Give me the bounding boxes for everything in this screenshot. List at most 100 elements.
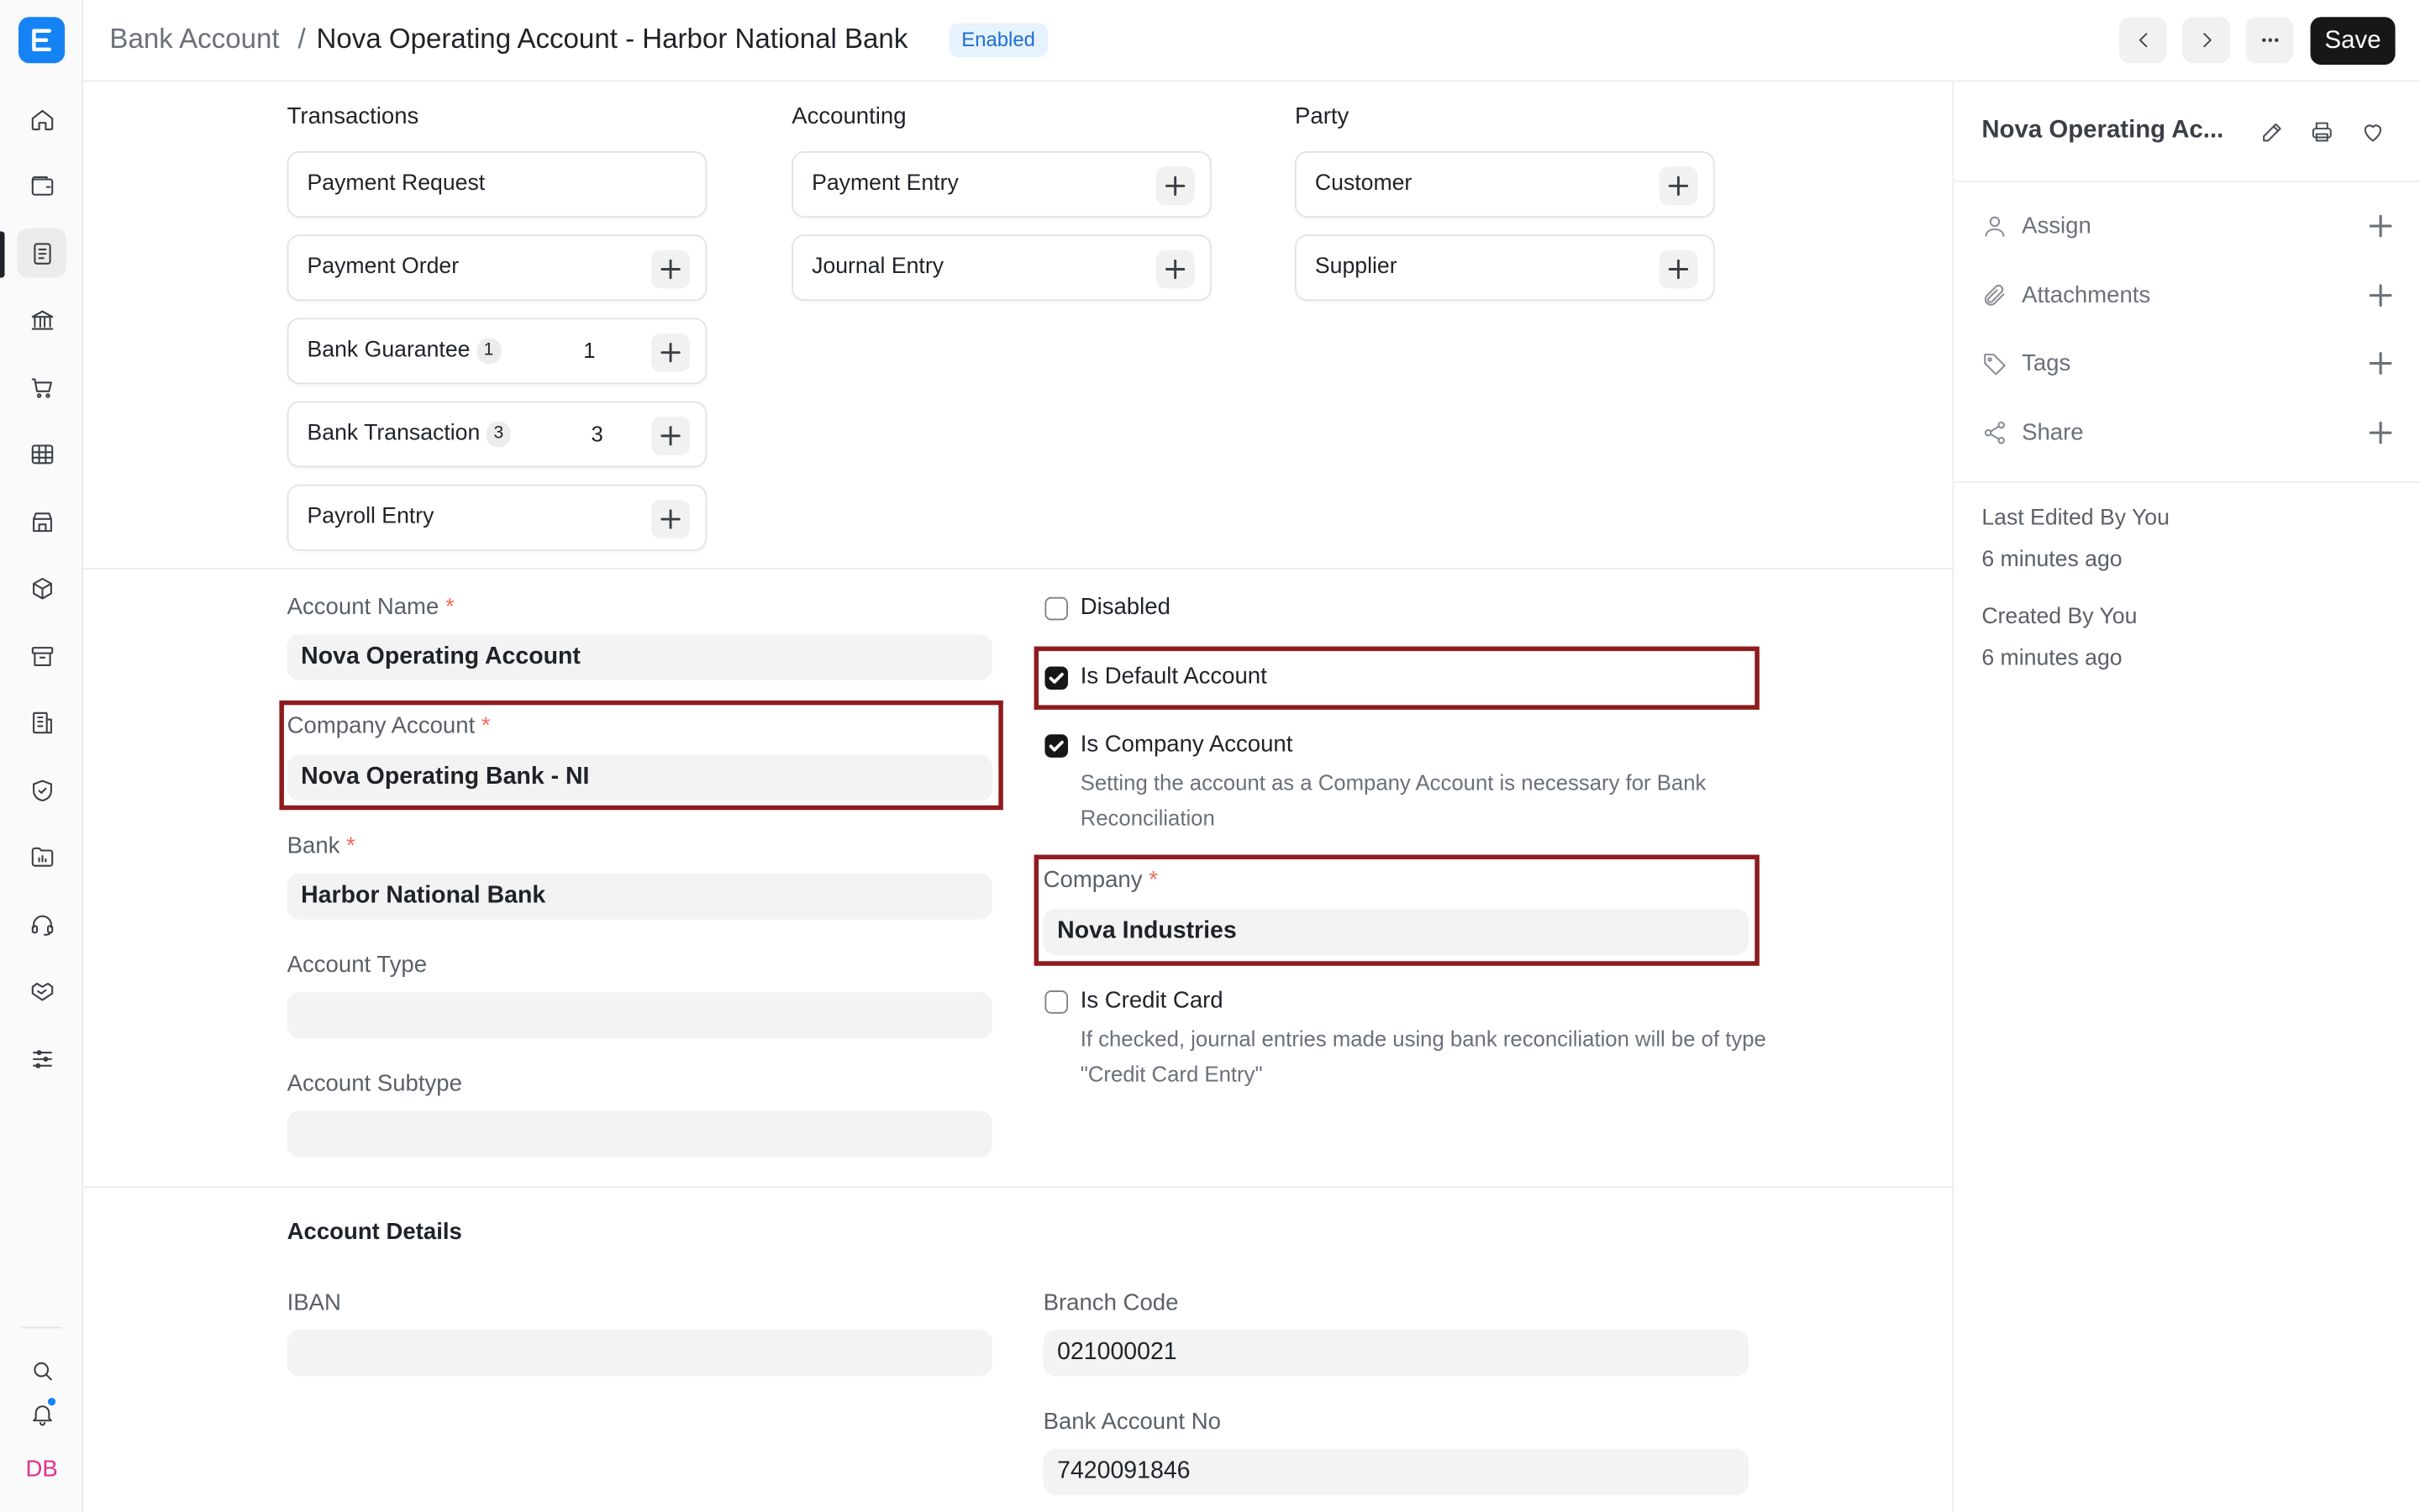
sidebar-divider — [1954, 180, 2420, 182]
headset-icon[interactable] — [17, 900, 66, 949]
folder-chart-icon[interactable] — [17, 832, 66, 881]
plus-icon[interactable] — [2369, 214, 2392, 245]
link-label: Bank Transaction — [307, 421, 481, 446]
highlight-company — [1034, 854, 1760, 966]
bank-icon[interactable] — [17, 295, 66, 344]
attachments-action[interactable]: Attachments — [1981, 278, 2392, 315]
link-payment-entry[interactable]: Payment Entry — [792, 150, 1212, 218]
more-button[interactable] — [2245, 17, 2294, 64]
bank-field[interactable]: Harbor National Bank — [287, 873, 992, 920]
tags-action[interactable]: Tags — [1981, 345, 2392, 382]
add-supplier-button[interactable] — [1659, 249, 1698, 289]
add-payment-entry-button[interactable] — [1155, 166, 1195, 206]
required-mark: * — [346, 832, 355, 860]
iban-field[interactable] — [287, 1330, 992, 1377]
print-icon[interactable] — [2306, 116, 2337, 147]
plus-icon — [1668, 176, 1689, 197]
plus-icon — [660, 343, 681, 363]
link-payroll-entry[interactable]: Payroll Entry — [287, 484, 708, 551]
archive-icon[interactable] — [17, 631, 66, 680]
cart-icon[interactable] — [17, 363, 66, 412]
link-customer[interactable]: Customer — [1294, 150, 1715, 218]
plus-icon[interactable] — [2369, 284, 2392, 315]
plus-icon — [660, 426, 681, 446]
assign-action[interactable]: Assign — [1981, 208, 2392, 245]
last-edited-label: Last Edited By You — [1981, 506, 2170, 531]
document-icon[interactable] — [17, 228, 66, 278]
section-divider — [83, 567, 1953, 570]
transactions-heading: Transactions — [287, 103, 419, 130]
account-type-label: Account Type — [287, 952, 428, 979]
account-subtype-field[interactable] — [287, 1110, 992, 1158]
edit-icon[interactable] — [2256, 116, 2287, 147]
tags-label: Tags — [2022, 349, 2071, 377]
plus-icon — [660, 259, 681, 280]
account-name-field[interactable]: Nova Operating Account — [287, 633, 992, 680]
add-payment-order-button[interactable] — [651, 249, 691, 289]
is-credit-card-checkbox[interactable] — [1044, 990, 1068, 1014]
shield-icon[interactable] — [17, 765, 66, 815]
disabled-checkbox[interactable] — [1044, 596, 1068, 621]
add-customer-button[interactable] — [1659, 166, 1698, 206]
share-action[interactable]: Share — [1981, 415, 2392, 452]
plus-icon[interactable] — [2369, 352, 2392, 383]
heart-icon[interactable] — [2357, 116, 2388, 147]
link-bank-guarantee[interactable]: Bank Guarantee 1 1 — [287, 318, 708, 385]
add-journal-entry-button[interactable] — [1155, 249, 1195, 289]
is-company-account-checkbox[interactable] — [1044, 734, 1068, 758]
active-indicator — [0, 231, 5, 278]
chevron-right-icon — [2202, 33, 2211, 48]
add-bank-guarantee-button[interactable] — [651, 333, 691, 372]
bell-icon[interactable] — [17, 1389, 66, 1438]
avatar[interactable]: DB — [22, 1450, 62, 1487]
box-icon[interactable] — [17, 563, 66, 612]
link-payment-request[interactable]: Payment Request — [287, 150, 708, 218]
store-icon[interactable] — [17, 496, 66, 546]
next-button[interactable] — [2182, 17, 2231, 64]
iban-label: IBAN — [287, 1289, 341, 1316]
link-label: Payroll Entry — [307, 504, 434, 529]
previous-button[interactable] — [2118, 17, 2167, 64]
wallet-icon[interactable] — [17, 160, 66, 210]
save-button[interactable]: Save — [2310, 17, 2396, 66]
label-text: Bank — [287, 832, 340, 860]
attachments-label: Attachments — [2022, 282, 2151, 309]
add-bank-transaction-button[interactable] — [651, 416, 691, 455]
document-sidebar: Nova Operating Ac... Assign Attachments … — [1952, 81, 2420, 1512]
link-bank-transaction[interactable]: Bank Transaction 3 3 — [287, 401, 708, 468]
link-label: Bank Guarantee — [307, 338, 471, 363]
is-company-account-description: Setting the account as a Company Account… — [1080, 769, 1707, 831]
link-supplier[interactable]: Supplier — [1294, 234, 1715, 302]
branch-code-label: Branch Code — [1043, 1289, 1179, 1316]
home-icon[interactable] — [17, 94, 66, 144]
count-badge: 1 — [476, 338, 502, 365]
app-logo[interactable] — [18, 17, 66, 64]
account-type-field[interactable] — [287, 991, 992, 1039]
link-journal-entry[interactable]: Journal Entry — [792, 234, 1212, 302]
bank-account-no-label: Bank Account No — [1043, 1408, 1221, 1436]
bank-account-no-field[interactable]: 7420091846 — [1043, 1448, 1749, 1495]
link-payment-order[interactable]: Payment Order — [287, 234, 708, 302]
plus-icon — [1165, 259, 1186, 280]
breadcrumb-parent[interactable]: Bank Account — [109, 24, 279, 56]
check-icon — [1049, 740, 1064, 752]
search-icon[interactable] — [17, 1346, 66, 1395]
building-icon[interactable] — [17, 697, 66, 747]
add-payroll-entry-button[interactable] — [651, 500, 691, 539]
ellipsis-icon — [2261, 38, 2278, 43]
assign-label: Assign — [2022, 213, 2091, 239]
branch-code-field[interactable]: 021000021 — [1043, 1330, 1749, 1377]
is-credit-card-label: Is Credit Card — [1080, 987, 1223, 1014]
is-company-account-label: Is Company Account — [1080, 731, 1293, 758]
sidebar-title: Nova Operating Ac... — [1981, 117, 2224, 144]
sliders-icon[interactable] — [17, 1034, 66, 1084]
notification-dot — [46, 1396, 57, 1408]
required-mark: * — [445, 594, 455, 621]
count-badge: 3 — [486, 421, 512, 448]
plus-icon[interactable] — [2369, 421, 2392, 452]
table-icon[interactable] — [17, 429, 66, 479]
last-edited-time: 6 minutes ago — [1981, 548, 2123, 573]
link-label-group: Bank Guarantee 1 — [307, 338, 502, 365]
tag-icon — [1981, 350, 2007, 384]
handshake-icon[interactable] — [17, 966, 66, 1016]
